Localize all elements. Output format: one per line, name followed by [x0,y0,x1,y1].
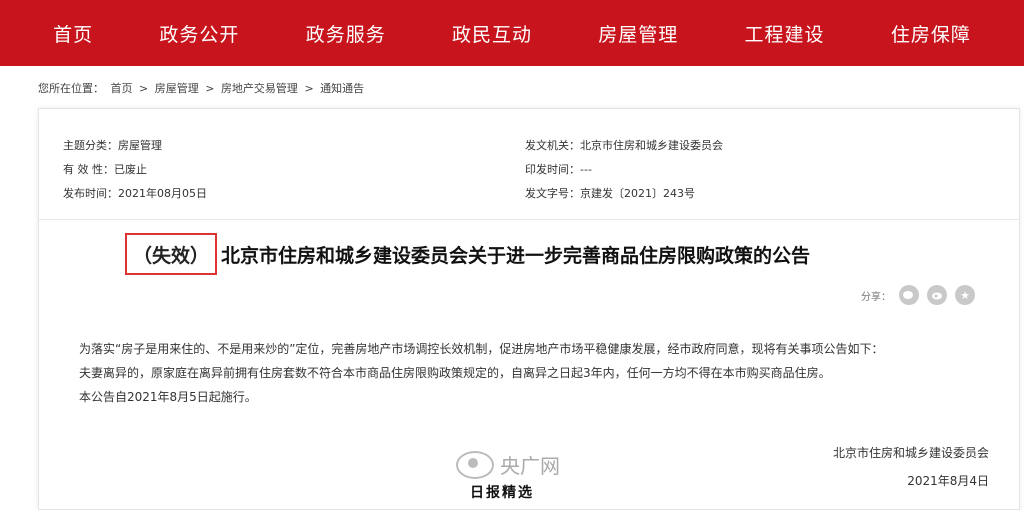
meta-key: 发文字号： [525,187,580,200]
divider [39,219,1019,220]
meta-value: 2021年08月05日 [118,187,207,200]
meta-key: 发布时间： [63,187,118,200]
meta-value: 已废止 [114,163,147,176]
nav-item-construction[interactable]: 工程建设 [735,20,835,47]
meta-left: 主题分类：房屋管理 有 效 性：已废止 发布时间：2021年08月05日 [63,134,207,206]
meta-row-print-date: 印发时间：--- [525,158,723,182]
meta-key: 有 效 性： [63,163,114,176]
weibo-icon[interactable] [927,285,947,305]
status-badge: （失效） [125,233,218,275]
breadcrumb-link-housing[interactable]: 房屋管理 [155,82,199,95]
nav-item-gov-services[interactable]: 政务服务 [296,20,396,47]
meta-key: 主题分类： [63,139,118,152]
breadcrumb-separator: > [205,82,215,95]
breadcrumb-link-realestate[interactable]: 房地产交易管理 [221,82,298,95]
nav-item-interaction[interactable]: 政民互动 [442,20,542,47]
body-paragraph: 本公告自2021年8月5日起施行。 [79,390,257,404]
nav-item-housing-mgmt[interactable]: 房屋管理 [588,20,688,47]
share-label: 分享： [861,291,891,303]
breadcrumb-link-notices[interactable]: 通知通告 [320,82,364,95]
watermark-text: 央广网 [500,454,560,478]
watermark: 央广网 [456,450,560,479]
nav-item-gov-affairs-public[interactable]: 政务公开 [149,20,249,47]
signature-date: 2021年8月4日 [907,474,989,488]
nav-item-housing-security[interactable]: 住房保障 [881,20,981,47]
breadcrumb-prefix: 您所在位置： [38,82,104,95]
breadcrumb: 您所在位置： 首页 > 房屋管理 > 房地产交易管理 > 通知通告 [38,80,367,96]
meta-value: 北京市住房和城乡建设委员会 [580,139,723,152]
meta-row-doc-number: 发文字号：京建发〔2021〕243号 [525,182,723,206]
top-nav: 首页 政务公开 政务服务 政民互动 房屋管理 工程建设 住房保障 [0,0,1024,66]
body-paragraph: 夫妻离异的，原家庭在离异前拥有住房套数不符合本市商品住房限购政策规定的，自离异之… [79,366,831,380]
weibo-logo-icon [456,450,494,479]
meta-value: --- [580,163,592,176]
wechat-icon[interactable] [899,285,919,305]
breadcrumb-link-home[interactable]: 首页 [111,82,133,95]
body-paragraph: 为落实“房子是用来住的、不是用来炒的”定位，完善房地产市场调控长效机制，促进房地… [79,342,884,356]
meta-row-issuer: 发文机关：北京市住房和城乡建设委员会 [525,134,723,158]
meta-right: 发文机关：北京市住房和城乡建设委员会 印发时间：--- 发文字号：京建发〔202… [525,134,723,206]
bottom-cropped-text: 日报精选 [470,485,534,501]
meta-key: 印发时间： [525,163,580,176]
meta-key: 发文机关： [525,139,580,152]
favorite-star-icon[interactable]: ★ [955,285,975,305]
page-title: 北京市住房和城乡建设委员会关于进一步完善商品住房限购政策的公告 [221,244,811,267]
article-body: 为落实“房子是用来住的、不是用来炒的”定位，完善房地产市场调控长效机制，促进房地… [79,337,999,409]
meta-row-validity: 有 效 性：已废止 [63,158,207,182]
signature-org: 北京市住房和城乡建设委员会 [832,446,989,460]
signature-block: 北京市住房和城乡建设委员会 2021年8月4日 [833,439,989,495]
share-bar: 分享： ★ [861,285,975,305]
meta-value: 京建发〔2021〕243号 [580,187,695,200]
breadcrumb-separator: > [304,82,314,95]
meta-value: 房屋管理 [118,139,162,152]
meta-row-category: 主题分类：房屋管理 [63,134,207,158]
nav-item-home[interactable]: 首页 [43,20,103,47]
article-title: （失效） 北京市住房和城乡建设委员会关于进一步完善商品住房限购政策的公告 [125,233,811,275]
breadcrumb-separator: > [139,82,149,95]
meta-row-publish-date: 发布时间：2021年08月05日 [63,182,207,206]
